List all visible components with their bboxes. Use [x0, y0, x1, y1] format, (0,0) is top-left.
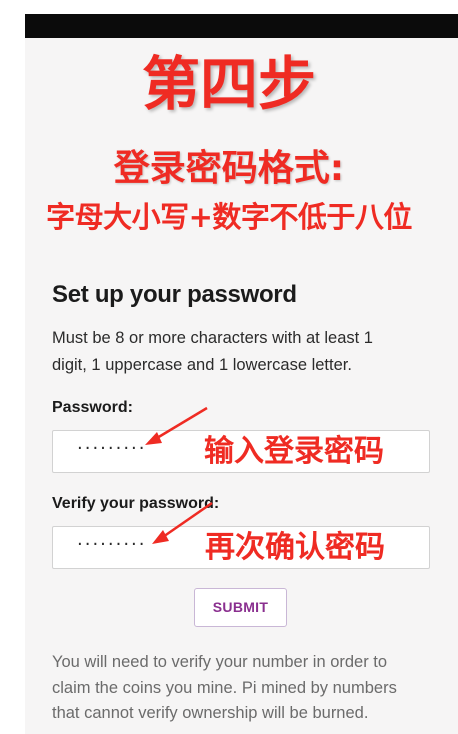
- submit-button[interactable]: SUBMIT: [194, 588, 287, 627]
- password-arrow-icon: [145, 406, 208, 445]
- page: 第四步 登录密码格式: 字母大小写+数字不低于八位 Set up your pa…: [0, 0, 458, 734]
- verification-notice: You will need to verify your number in o…: [52, 653, 397, 722]
- verify-arrow-icon: [152, 501, 213, 544]
